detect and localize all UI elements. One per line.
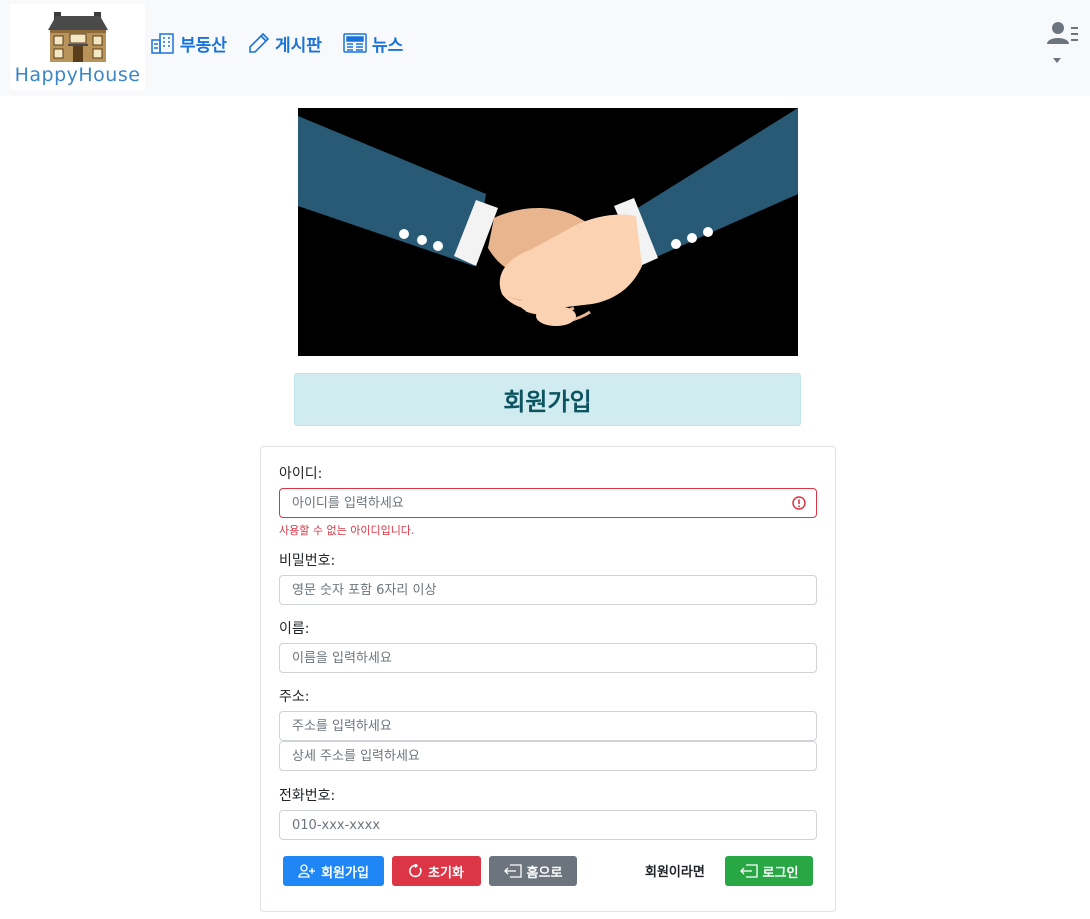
handshake-icon — [298, 108, 798, 356]
name-label: 이름: — [279, 621, 310, 637]
nav-link-label: 게시판 — [275, 35, 322, 56]
user-list-icon — [1047, 22, 1078, 63]
chevron-down-icon — [1053, 58, 1061, 63]
login-button[interactable]: 로그인 — [725, 856, 813, 886]
nav-link-news[interactable]: 뉴스 — [343, 30, 403, 56]
address-detail-input[interactable] — [279, 741, 817, 771]
home-button-label: 홈으로 — [526, 865, 563, 881]
brand-logo[interactable]: HappyHouse — [10, 4, 145, 90]
signup-button-label: 회원가입 — [321, 865, 369, 881]
id-error-message: 사용할 수 없는 아이디입니다. — [279, 524, 415, 537]
page-title: 회원가입 — [503, 388, 592, 416]
address-label: 주소: — [279, 689, 310, 705]
address-input[interactable] — [279, 711, 817, 741]
reset-button[interactable]: 초기화 — [392, 856, 481, 886]
reset-button-label: 초기화 — [428, 865, 464, 881]
hero-handshake-image — [298, 108, 798, 356]
login-arrow-icon — [739, 864, 758, 878]
phone-label: 전화번호: — [279, 788, 336, 804]
member-prompt-text: 회원이라면 — [645, 865, 705, 880]
signup-button[interactable]: 회원가입 — [283, 856, 384, 886]
name-input[interactable] — [279, 643, 817, 673]
login-button-label: 로그인 — [762, 865, 799, 881]
home-button[interactable]: 홈으로 — [489, 856, 577, 886]
error-icon — [792, 496, 806, 510]
buildings-icon — [151, 33, 174, 54]
nav-link-label: 뉴스 — [372, 35, 404, 56]
nav-link-real-estate[interactable]: 부동산 — [151, 30, 227, 56]
id-label: 아이디: — [279, 466, 323, 482]
newspaper-icon — [343, 33, 367, 53]
refresh-icon — [409, 864, 422, 878]
user-menu-dropdown[interactable] — [1046, 20, 1082, 70]
user-plus-icon — [298, 864, 316, 878]
exit-arrow-icon — [503, 864, 522, 878]
pencil-icon — [249, 32, 270, 53]
navbar: HappyHouse 부동산 게시판 뉴스 — [0, 0, 1090, 96]
password-label: 비밀번호: — [279, 553, 336, 569]
phone-input[interactable] — [279, 810, 817, 840]
nav-link-board[interactable]: 게시판 — [248, 30, 322, 56]
id-input[interactable] — [279, 488, 817, 518]
password-input[interactable] — [279, 575, 817, 605]
nav-link-label: 부동산 — [180, 35, 227, 56]
house-icon — [48, 12, 108, 62]
brand-name: HappyHouse — [14, 64, 141, 86]
page-title-banner: 회원가입 — [294, 373, 801, 426]
